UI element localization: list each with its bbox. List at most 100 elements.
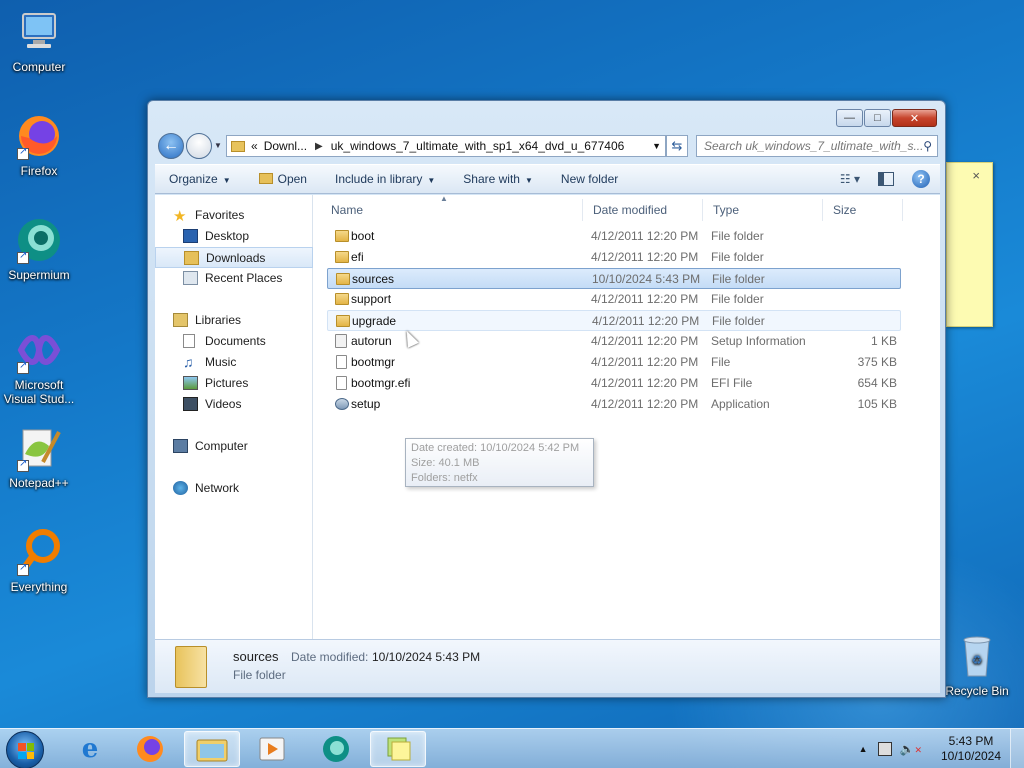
file-date: 4/12/2011 12:20 PM: [591, 355, 699, 369]
recent-places-icon: [183, 271, 198, 285]
breadcrumb-overflow[interactable]: «: [251, 139, 258, 153]
taskbar-supermium[interactable]: [308, 731, 364, 767]
show-desktop-button[interactable]: [1010, 729, 1024, 768]
file-name: sources: [352, 272, 395, 286]
file-name: setup: [351, 397, 381, 411]
file-date: 4/12/2011 12:20 PM: [592, 314, 700, 328]
nav-recent-places[interactable]: Recent Places: [155, 268, 313, 289]
column-name[interactable]: Name: [321, 199, 583, 221]
nav-network[interactable]: Network: [155, 478, 313, 499]
folder-icon: [336, 315, 350, 327]
nav-computer[interactable]: Computer: [155, 436, 313, 457]
column-date-modified[interactable]: Date modified: [583, 199, 703, 221]
new-folder-button[interactable]: New folder: [547, 172, 632, 186]
desktop-icon-recycle-bin[interactable]: ♻ Recycle Bin: [937, 632, 1017, 698]
shortcut-arrow-icon: [17, 562, 29, 576]
open-button[interactable]: Open: [245, 172, 321, 186]
file-icon: [336, 355, 347, 369]
folder-preview-icon: [175, 646, 207, 688]
tooltip-date-created: Date created: 10/10/2024 5:42 PM: [411, 442, 580, 454]
share-with-button[interactable]: Share with ▼: [449, 172, 547, 186]
file-tooltip: Date created: 10/10/2024 5:42 PM Size: 4…: [405, 438, 594, 487]
chevron-down-icon: ▼: [427, 176, 436, 185]
file-row[interactable]: efi 4/12/2011 12:20 PM File folder: [327, 247, 901, 268]
forward-button[interactable]: [186, 133, 212, 159]
network-status-icon[interactable]: [877, 742, 892, 756]
file-name: support: [351, 292, 392, 306]
clock[interactable]: 5:43 PM 10/10/2024: [932, 734, 1010, 764]
organize-button[interactable]: Organize ▼: [155, 172, 245, 186]
search-input[interactable]: Search uk_windows_7_ultimate_with_s... ⚲: [696, 135, 938, 157]
breadcrumb-current-folder[interactable]: uk_windows_7_ultimate_with_sp1_x64_dvd_u…: [331, 139, 625, 153]
sticky-close-icon[interactable]: ×: [972, 168, 980, 183]
shortcut-arrow-icon: [17, 360, 29, 374]
desktop-icon-notepadpp[interactable]: Notepad++: [1, 424, 77, 490]
taskbar-sticky-notes[interactable]: [370, 731, 426, 767]
file-row[interactable]: sources 10/10/2024 5:43 PM File folder: [327, 268, 901, 289]
desktop-icon-computer[interactable]: Computer: [1, 8, 77, 74]
file-row[interactable]: upgrade 4/12/2011 12:20 PM File folder: [327, 310, 901, 331]
sticky-note[interactable]: ×: [946, 162, 993, 327]
help-icon[interactable]: ?: [912, 170, 930, 188]
file-row[interactable]: bootmgr.efi 4/12/2011 12:20 PM EFI File 654…: [327, 373, 901, 394]
file-type: File folder: [711, 250, 764, 264]
nav-downloads[interactable]: Downloads: [155, 247, 313, 268]
taskbar-firefox[interactable]: [122, 731, 178, 767]
minimize-button[interactable]: —: [836, 109, 863, 127]
view-options-icon[interactable]: ☷ ▾: [840, 172, 860, 186]
nav-recent-label: Recent Places: [205, 271, 283, 285]
file-row[interactable]: setup 4/12/2011 12:20 PM Application 105 KB: [327, 394, 901, 415]
file-row[interactable]: boot 4/12/2011 12:20 PM File folder: [327, 226, 901, 247]
close-button[interactable]: ✕: [892, 109, 937, 127]
windows-logo-icon: [18, 743, 34, 759]
new-folder-label: New folder: [560, 172, 619, 186]
back-button[interactable]: ←: [158, 133, 184, 159]
desktop-icon-visual-studio[interactable]: Microsoft Visual Stud...: [1, 326, 77, 406]
nav-desktop[interactable]: Desktop: [155, 226, 313, 247]
recent-pages-dropdown-icon[interactable]: ▼: [214, 141, 222, 150]
include-in-library-button[interactable]: Include in library ▼: [321, 172, 449, 186]
preview-pane-icon[interactable]: [878, 172, 894, 186]
column-size[interactable]: Size: [823, 199, 903, 221]
file-date: 10/10/2024 5:43 PM: [592, 272, 701, 286]
column-type[interactable]: Type: [703, 199, 823, 221]
include-label: Include in library: [334, 172, 423, 186]
taskbar-media-player[interactable]: [244, 731, 300, 767]
desktop-icon-supermium[interactable]: Supermium: [1, 216, 77, 282]
supermium-icon: [323, 736, 349, 762]
notepadpp-icon: [15, 424, 63, 472]
desktop-icon-label: Supermium: [8, 268, 70, 282]
maximize-button[interactable]: □: [864, 109, 891, 127]
details-modified-label: Date modified:: [291, 650, 369, 664]
taskbar-internet-explorer[interactable]: e: [62, 731, 118, 767]
taskbar-explorer[interactable]: [184, 731, 240, 767]
refresh-button[interactable]: ⇆: [666, 135, 688, 157]
nav-music[interactable]: ♫ Music: [155, 352, 313, 373]
address-dropdown-icon[interactable]: ▼: [652, 141, 661, 151]
command-bar: Organize ▼ Open Include in library ▼ Share…: [155, 164, 940, 194]
nav-videos[interactable]: Videos: [155, 394, 313, 415]
start-button[interactable]: [6, 731, 44, 768]
file-type: File folder: [712, 272, 765, 286]
address-bar[interactable]: « Downl... ▶ uk_windows_7_ultimate_with_…: [226, 135, 666, 157]
nav-documents[interactable]: Documents: [155, 331, 313, 352]
supermium-icon: [15, 216, 63, 264]
breadcrumb-separator-icon[interactable]: ▶: [315, 141, 323, 152]
nav-favorites[interactable]: ★ Favorites: [155, 205, 313, 226]
search-placeholder: Search uk_windows_7_ultimate_with_s...: [704, 139, 924, 153]
details-name: sources: [233, 649, 279, 664]
chevron-down-icon: ▼: [222, 176, 231, 185]
breadcrumb-downloads[interactable]: Downl...: [264, 139, 307, 153]
nav-downloads-label: Downloads: [206, 251, 266, 265]
file-row[interactable]: bootmgr 4/12/2011 12:20 PM File 375 KB: [327, 352, 901, 373]
file-row[interactable]: support 4/12/2011 12:20 PM File folder: [327, 289, 901, 310]
nav-pictures[interactable]: Pictures: [155, 373, 313, 394]
documents-icon: [183, 334, 195, 348]
nav-libraries[interactable]: Libraries: [155, 310, 313, 331]
search-icon[interactable]: ⚲: [923, 136, 932, 156]
show-hidden-icons-icon[interactable]: ▲: [859, 744, 868, 754]
desktop-icon-label: Everything: [10, 580, 68, 594]
desktop-icon-everything[interactable]: Everything: [1, 528, 77, 594]
volume-muted-icon[interactable]: 🔈✕: [900, 742, 923, 756]
desktop-icon-firefox[interactable]: Firefox: [1, 112, 77, 178]
